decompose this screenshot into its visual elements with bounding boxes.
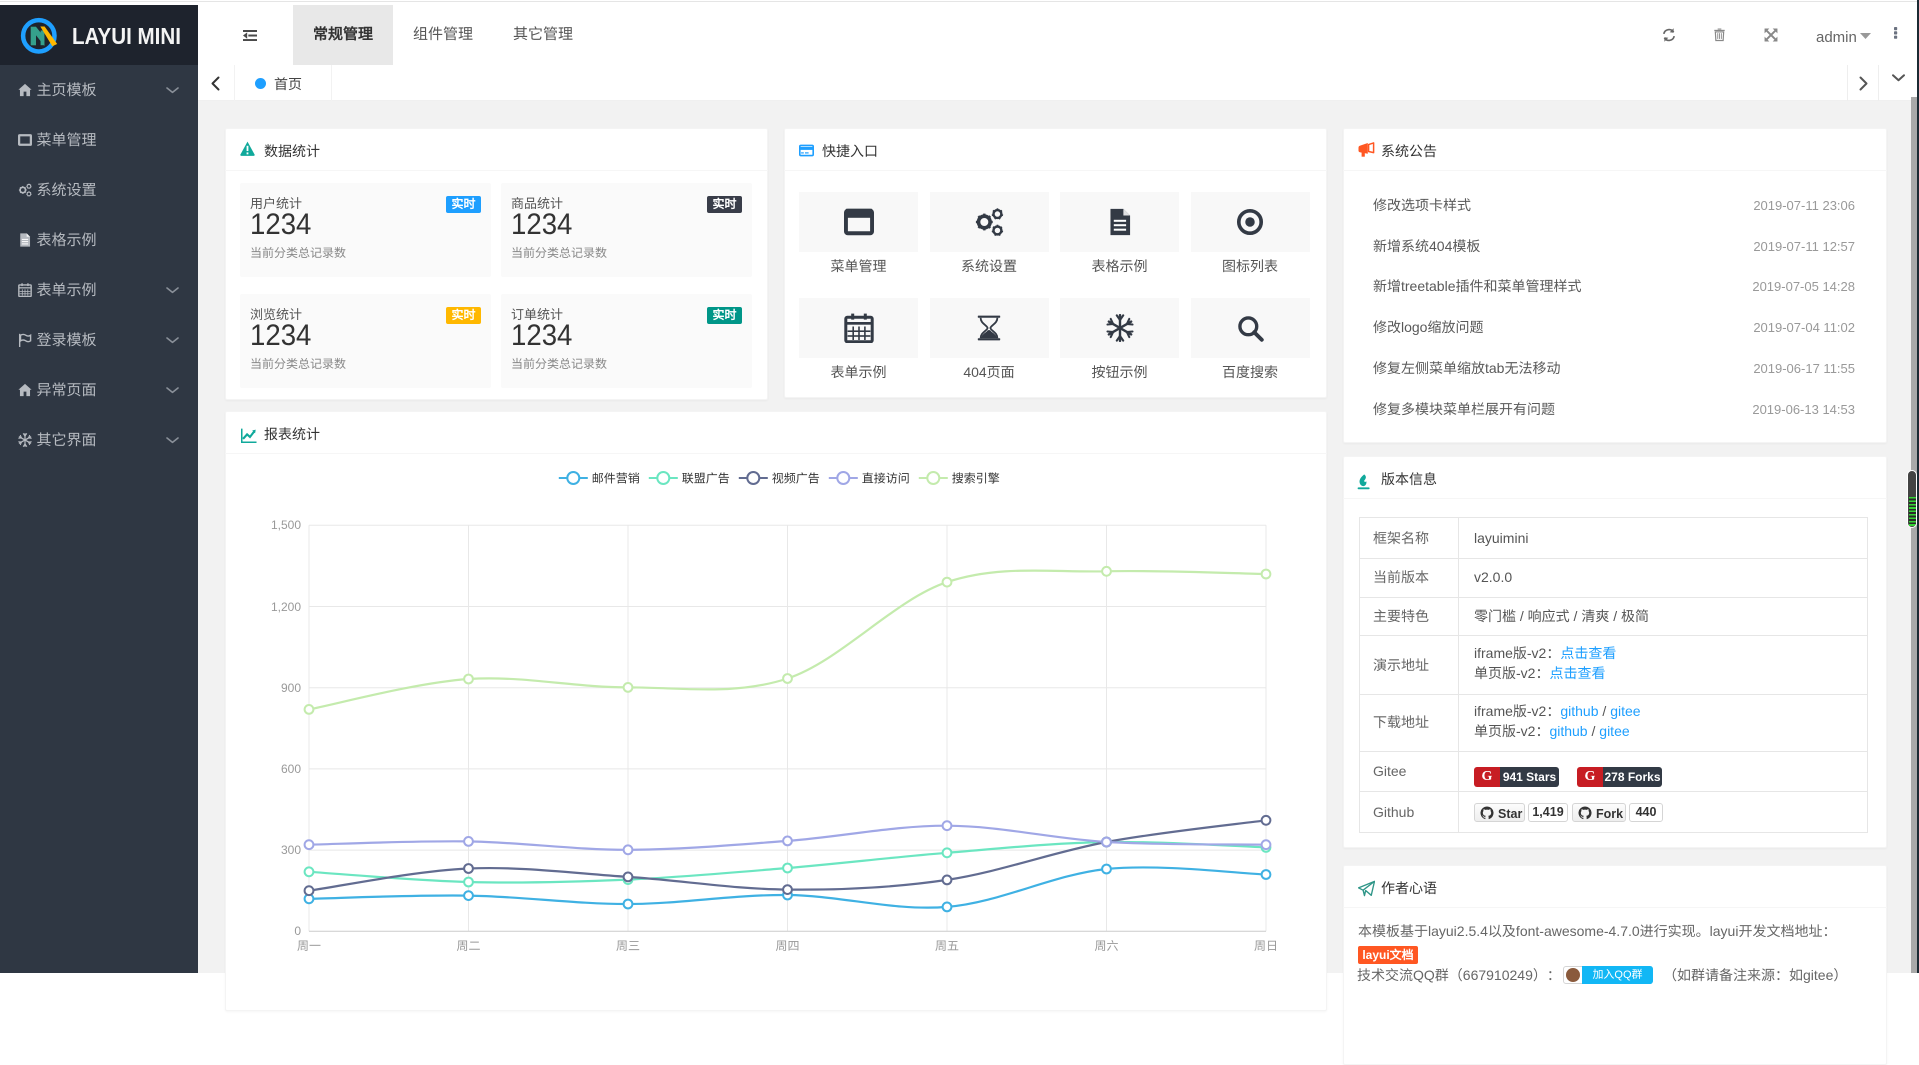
svg-text:邮件营销: 邮件营销 bbox=[592, 472, 640, 486]
svg-text:联盟广告: 联盟广告 bbox=[682, 472, 730, 486]
svg-text:视频广告: 视频广告 bbox=[772, 472, 820, 486]
svg-text:搜索引擎: 搜索引擎 bbox=[952, 472, 1000, 486]
svg-text:直接访问: 直接访问 bbox=[862, 472, 910, 486]
